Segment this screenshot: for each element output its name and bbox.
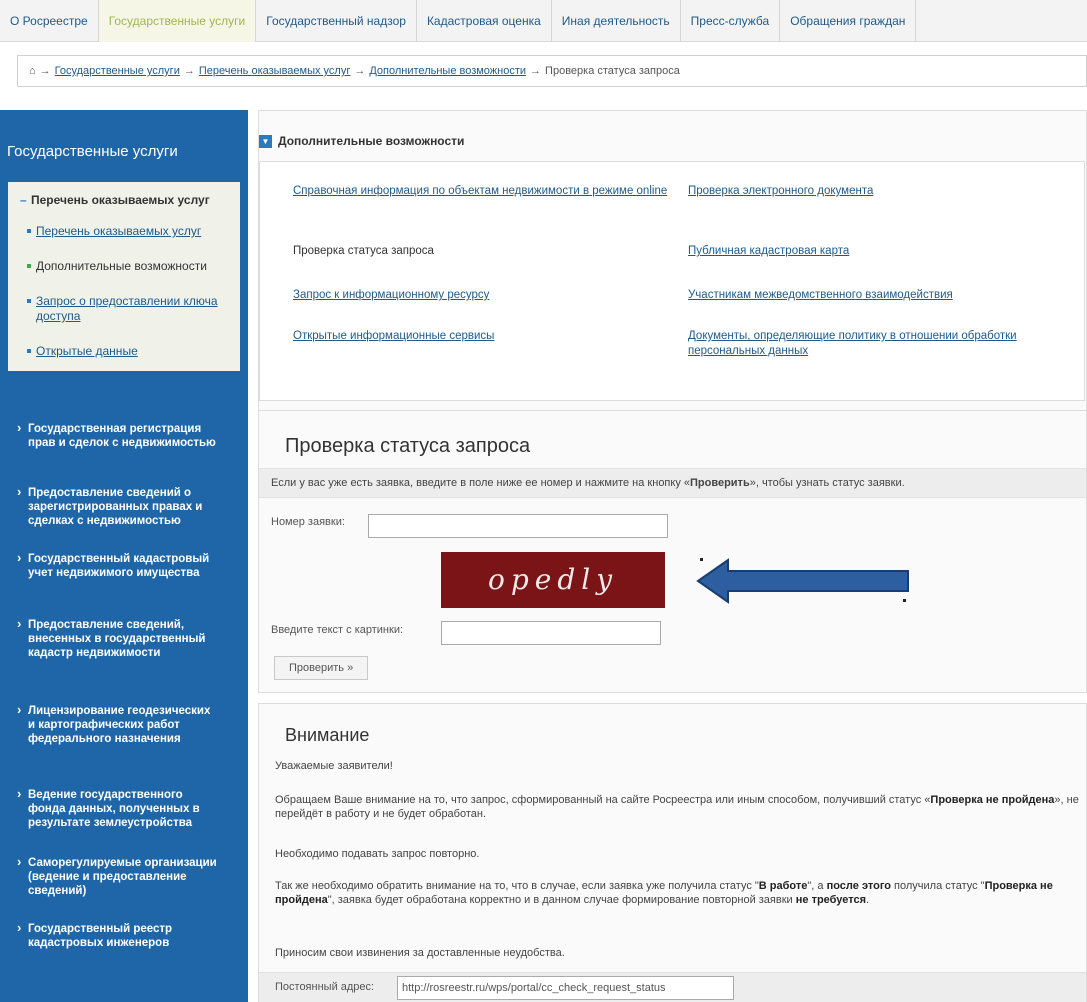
sidebar-subitem-extra: Дополнительные возможности — [36, 259, 207, 273]
text-span: ", а — [807, 880, 827, 892]
attention-panel: Внимание Уважаемые заявители! Обращаем В… — [258, 703, 1087, 1002]
sidebar-subitem-access-key[interactable]: Запрос о предоставлении ключа доступа — [36, 294, 218, 323]
permalink-bar: Постоянный адрес: — [259, 972, 1086, 1002]
order-number-input[interactable] — [368, 514, 668, 538]
extra-features-title: Дополнительные возможности — [278, 134, 465, 148]
attention-paragraph: Необходимо подавать запрос повторно. — [275, 848, 480, 860]
text-span: . — [866, 894, 870, 906]
text-span: Так же необходимо обратить внимание на т… — [275, 880, 759, 892]
sidebar-item-sro[interactable]: Саморегулируемые организации (ведение и … — [0, 855, 230, 898]
captcha-label: Введите текст с картинки: — [271, 624, 404, 636]
sidebar-section-title[interactable]: Перечень оказываемых услуг — [8, 192, 240, 208]
sidebar-item-engineers-registry[interactable]: Государственный реестр кадастровых инжен… — [0, 921, 230, 950]
extra-features-links: Справочная информация по объектам недвиж… — [259, 161, 1085, 401]
emphasis-text: после этого — [826, 880, 891, 892]
home-icon[interactable]: ⌂ — [29, 65, 36, 77]
extra-features-panel: ▼ Дополнительные возможности Справочная … — [258, 110, 1087, 428]
text-span: получила статус " — [891, 880, 985, 892]
permalink-label: Постоянный адрес: — [275, 981, 375, 993]
text-span: ", заявка будет обработана корректно и в… — [327, 894, 796, 906]
tab-cadastral-valuation[interactable]: Кадастровая оценка — [417, 0, 552, 42]
order-number-label: Номер заявки: — [271, 516, 345, 528]
top-navigation: О Росреестре Государственные услуги Госу… — [0, 0, 1087, 42]
sidebar-item-rights-info[interactable]: Предоставление сведений о зарегистрирова… — [0, 485, 230, 528]
check-status-title: Проверка статуса запроса — [285, 435, 531, 457]
tab-state-services[interactable]: Государственные услуги — [98, 0, 257, 42]
link-info-resource-request[interactable]: Запрос к информационному ресурсу — [293, 288, 673, 303]
check-status-panel: Проверка статуса запроса Если у вас уже … — [258, 410, 1087, 693]
annotation-arrow-icon — [696, 558, 909, 604]
breadcrumb-separator: → — [530, 65, 542, 77]
link-verify-document[interactable]: Проверка электронного документа — [688, 184, 1068, 199]
sidebar-subitem[interactable]: Открытые данные — [8, 344, 240, 359]
link-reference-info[interactable]: Справочная информация по объектам недвиж… — [293, 184, 673, 199]
text-span: Обращаем Ваше внимание на то, что запрос… — [275, 794, 931, 806]
sidebar-subsection: Перечень оказываемых услуг Перечень оказ… — [8, 182, 240, 371]
sidebar: Государственные услуги Перечень оказывае… — [0, 110, 248, 1002]
extra-features-header[interactable]: ▼ Дополнительные возможности — [259, 133, 464, 149]
status-text: Проверка не пройдена — [930, 794, 1055, 806]
breadcrumb-current: Проверка статуса запроса — [545, 65, 680, 77]
sidebar-subitem: Дополнительные возможности — [8, 259, 240, 274]
breadcrumb-link-services-list[interactable]: Перечень оказываемых услуг — [199, 65, 351, 77]
tab-citizen-appeals[interactable]: Обращения граждан — [780, 0, 917, 42]
sidebar-item-cadastre-info[interactable]: Предоставление сведений, внесенных в гос… — [0, 617, 230, 660]
sidebar-item-land-data-fund[interactable]: Ведение государственного фонда данных, п… — [0, 787, 230, 830]
desc-text: », чтобы узнать статус заявки. — [749, 477, 905, 489]
sidebar-item-cadastral-registration[interactable]: Государственный кадастровый учет недвижи… — [0, 551, 230, 580]
tab-press-service[interactable]: Пресс-служба — [681, 0, 781, 42]
link-interagency[interactable]: Участникам межведомственного взаимодейст… — [688, 288, 1068, 303]
tab-about[interactable]: О Росреестре — [0, 0, 99, 42]
link-public-cadastral-map[interactable]: Публичная кадастровая карта — [688, 244, 1068, 259]
breadcrumb-link-services[interactable]: Государственные услуги — [55, 65, 180, 77]
sidebar-subitem[interactable]: Перечень оказываемых услуг — [8, 224, 240, 239]
check-status-description: Если у вас уже есть заявка, введите в по… — [259, 468, 1086, 498]
captcha-input[interactable] — [441, 621, 661, 645]
breadcrumb-link-extra[interactable]: Дополнительные возможности — [369, 65, 526, 77]
attention-title: Внимание — [285, 725, 370, 745]
breadcrumb-separator: → — [183, 65, 195, 77]
desc-text: Если у вас уже есть заявка, введите в по… — [271, 477, 690, 489]
sidebar-subitem-services-list[interactable]: Перечень оказываемых услуг — [36, 224, 201, 238]
captcha-image: opedly — [441, 552, 665, 608]
collapse-toggle-icon[interactable]: ▼ — [259, 134, 272, 148]
check-button[interactable]: Проверить » — [274, 656, 369, 680]
attention-paragraph: Так же необходимо обратить внимание на т… — [275, 879, 1080, 907]
sidebar-title: Государственные услуги — [7, 143, 178, 160]
link-check-status-current: Проверка статуса запроса — [293, 245, 434, 257]
attention-paragraph: Обращаем Ваше внимание на то, что запрос… — [275, 793, 1080, 821]
status-text: В работе — [758, 880, 808, 892]
breadcrumb-separator: → — [39, 65, 51, 77]
breadcrumb: ⌂ → Государственные услуги → Перечень оказыв… — [17, 55, 1087, 87]
attention-paragraph: Приносим свои извинения за доставленные … — [275, 947, 565, 959]
link-privacy-policy-docs[interactable]: Документы, определяющие политику в отнош… — [688, 329, 1068, 359]
breadcrumb-separator: → — [354, 65, 366, 77]
sidebar-item-registration[interactable]: Государственная регистрация прав и сдело… — [0, 421, 230, 450]
permalink-input[interactable] — [397, 976, 734, 1000]
tab-state-supervision[interactable]: Государственный надзор — [256, 0, 417, 42]
link-open-services[interactable]: Открытые информационные сервисы — [293, 329, 673, 344]
attention-greeting: Уважаемые заявители! — [275, 760, 393, 772]
desc-button-name: Проверить — [690, 477, 750, 489]
sidebar-item-licensing[interactable]: Лицензирование геодезических и картограф… — [0, 703, 230, 746]
tab-other-activity[interactable]: Иная деятельность — [552, 0, 681, 42]
sidebar-subitem-open-data[interactable]: Открытые данные — [36, 344, 138, 358]
emphasis-text: не требуется — [795, 894, 867, 906]
sidebar-subitem[interactable]: Запрос о предоставлении ключа доступа — [8, 294, 240, 324]
